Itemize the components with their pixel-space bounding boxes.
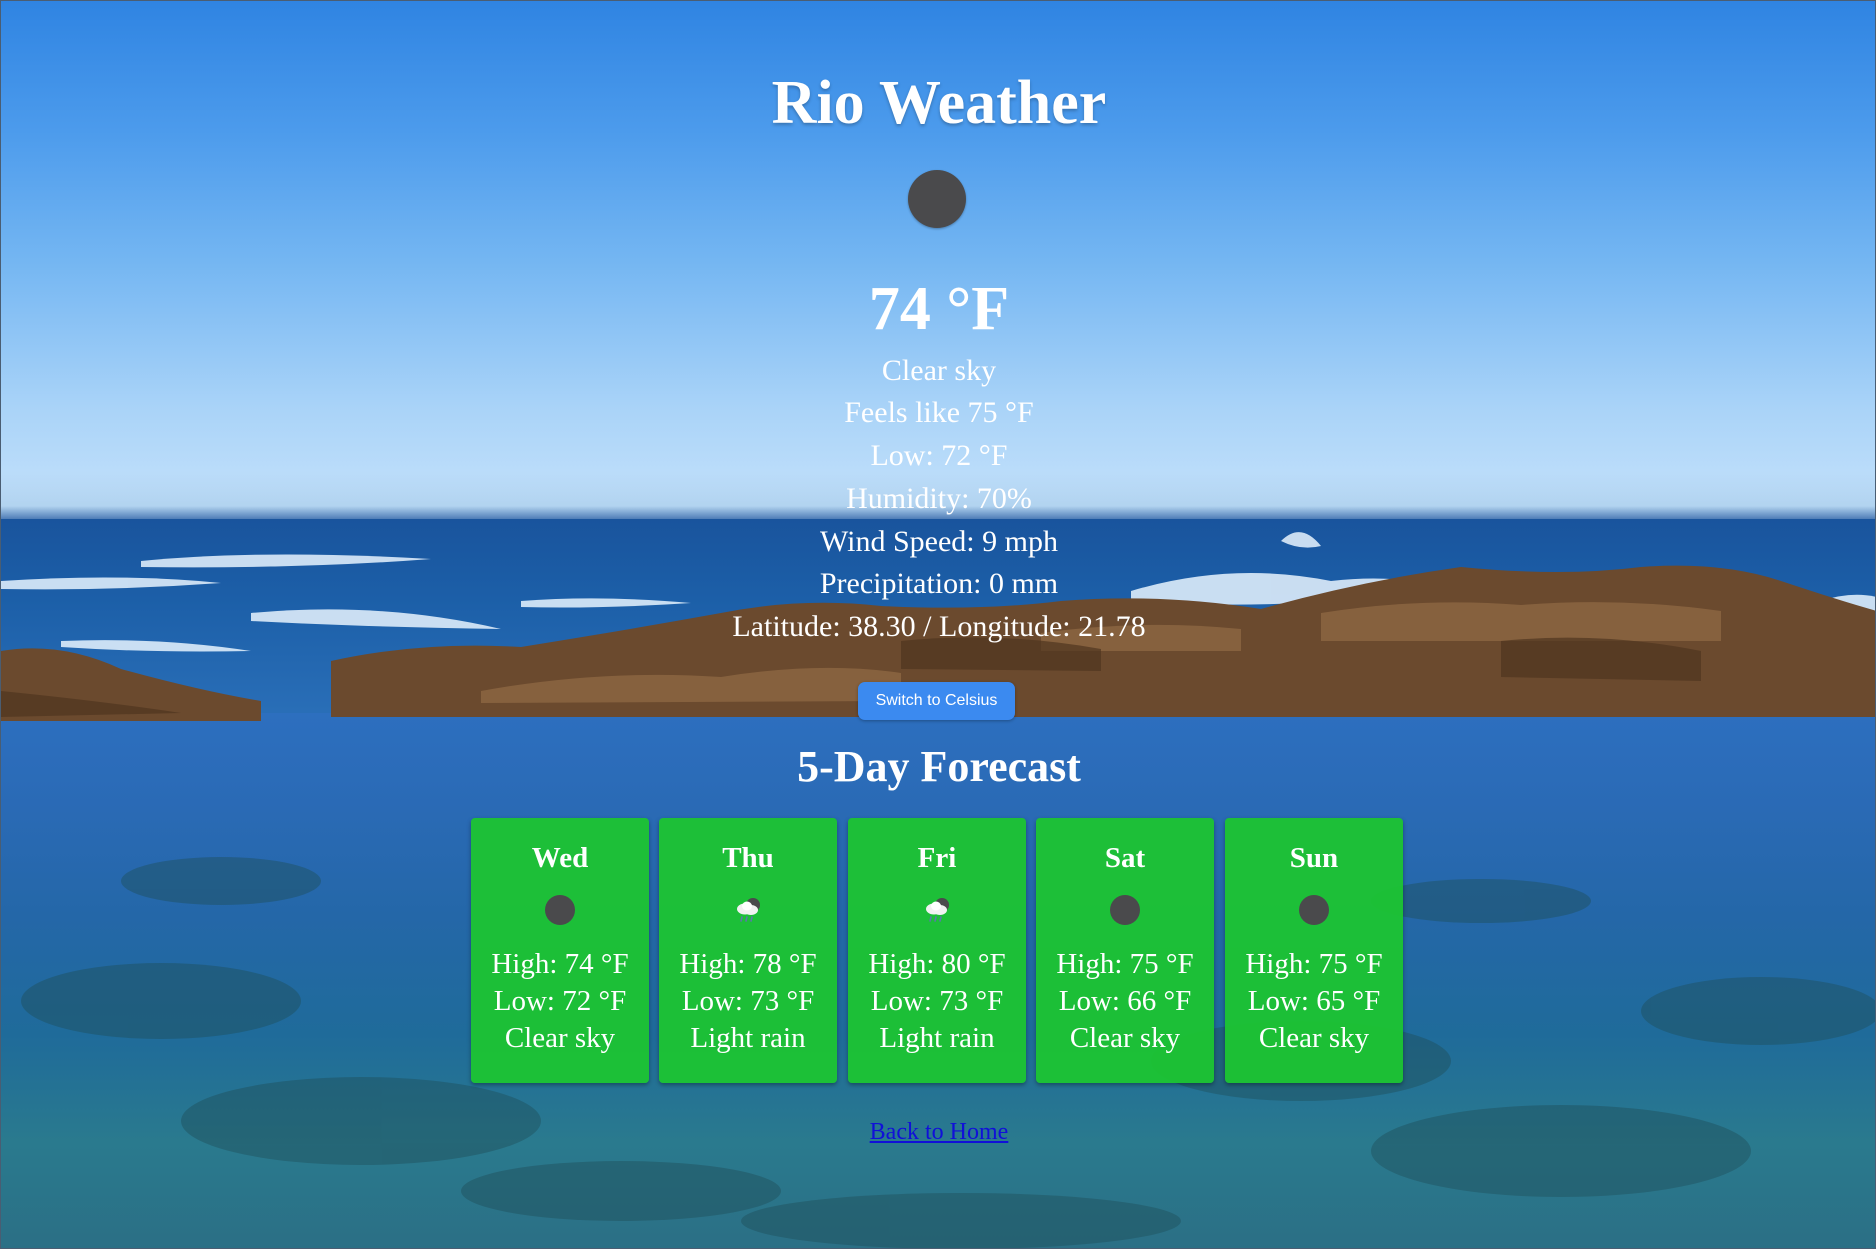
current-description: Clear sky	[881, 354, 997, 387]
forecast-card-wed: Wed High: 74 °F Low: 72 °F Clear sky	[471, 818, 649, 1083]
humidity: Humidity: 70%	[846, 482, 1032, 515]
clear-sky-icon	[1299, 895, 1329, 925]
current-temperature: 74 °F	[868, 275, 1010, 343]
current-low: Low: 72 °F	[870, 439, 1008, 472]
clear-sky-icon	[908, 170, 966, 228]
forecast-row: Wed High: 74 °F Low: 72 °F Clear sky Thu	[471, 818, 1403, 1083]
forecast-day: Fri	[917, 842, 957, 874]
forecast-condition: Clear sky	[1069, 1022, 1181, 1054]
forecast-day: Thu	[722, 842, 774, 874]
forecast-day: Wed	[531, 842, 589, 874]
forecast-low: Low: 65 °F	[1247, 985, 1381, 1017]
weather-page: Rio Weather 74 °F Clear sky Feels like 7…	[1, 1, 1875, 1248]
wind-speed: Wind Speed: 9 mph	[820, 525, 1058, 558]
forecast-high: High: 80 °F	[868, 948, 1006, 980]
coordinates: Latitude: 38.30 / Longitude: 21.78	[732, 610, 1146, 643]
forecast-high: High: 75 °F	[1056, 948, 1194, 980]
back-link-container: Back to Home	[1, 1117, 1875, 1147]
forecast-card-sun: Sun High: 75 °F Low: 65 °F Clear sky	[1225, 818, 1403, 1083]
back-to-home-link[interactable]: Back to Home	[870, 1119, 1009, 1145]
clear-sky-icon	[545, 895, 575, 925]
precipitation: Precipitation: 0 mm	[819, 567, 1059, 600]
forecast-condition: Clear sky	[1258, 1022, 1370, 1054]
forecast-day: Sat	[1104, 842, 1146, 874]
forecast-low: Low: 73 °F	[681, 985, 815, 1017]
forecast-low: Low: 66 °F	[1058, 985, 1192, 1017]
forecast-low: Low: 73 °F	[870, 985, 1004, 1017]
forecast-low: Low: 72 °F	[493, 985, 627, 1017]
forecast-high: High: 78 °F	[679, 948, 817, 980]
switch-to-celsius-button[interactable]: Switch to Celsius	[858, 682, 1015, 720]
forecast-high: High: 75 °F	[1245, 948, 1383, 980]
page-title: Rio Weather	[771, 69, 1107, 137]
forecast-condition: Light rain	[879, 1022, 995, 1054]
forecast-day: Sun	[1289, 842, 1339, 874]
browser-viewport: Rio Weather 74 °F Clear sky Feels like 7…	[0, 0, 1876, 1249]
forecast-card-thu: Thu High: 78 °F Low: 73 °F Light rain	[659, 818, 837, 1083]
forecast-card-fri: Fri High: 80 °F Low: 73 °F Light rain	[848, 818, 1026, 1083]
forecast-condition: Clear sky	[504, 1022, 616, 1054]
feels-like: Feels like 75 °F	[844, 396, 1034, 429]
light-rain-icon	[926, 898, 949, 922]
light-rain-icon	[737, 898, 760, 922]
forecast-condition: Light rain	[690, 1022, 806, 1054]
forecast-card-sat: Sat High: 75 °F Low: 66 °F Clear sky	[1036, 818, 1214, 1083]
forecast-high: High: 74 °F	[491, 948, 629, 980]
clear-sky-icon	[1110, 895, 1140, 925]
forecast-heading: 5-Day Forecast	[797, 742, 1081, 791]
